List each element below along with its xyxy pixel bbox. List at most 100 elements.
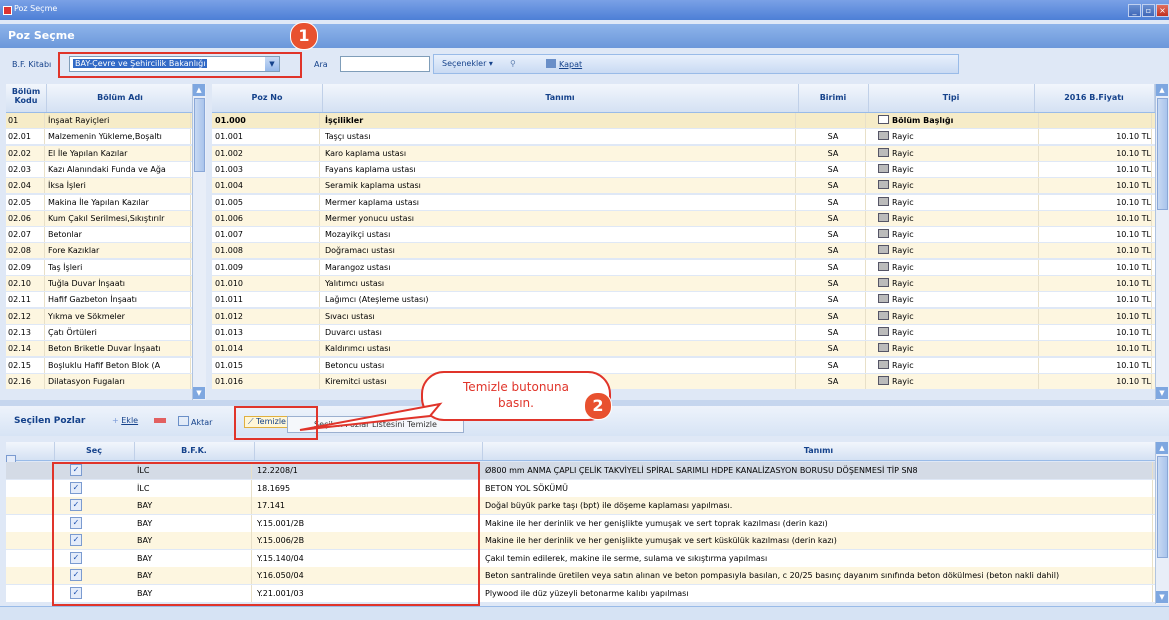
poz-no: 01.001 — [215, 129, 320, 145]
col-header-type[interactable]: Tipi — [868, 84, 1035, 112]
col-header-price[interactable]: 2016 B.Fiyatı — [1034, 84, 1155, 112]
scroll-up-icon[interactable]: ▲ — [193, 84, 205, 96]
col-header-unit[interactable]: Birimi — [798, 84, 869, 112]
unit: SA — [801, 210, 866, 226]
table-row[interactable]: 02.13 Çatı Örtüleri — [6, 324, 192, 340]
col-header-section-name[interactable]: Bölüm Adı — [46, 84, 195, 112]
grid-icon — [878, 163, 889, 173]
table-row[interactable]: 02.05 Makina İle Yapılan Kazılar — [6, 194, 192, 210]
table-row[interactable]: 01.009 Marangoz ustası SA Rayic 10.10 TL — [212, 259, 1155, 275]
table-row[interactable]: 01 İnşaat Rayiçleri — [6, 113, 192, 128]
table-row[interactable]: 01.007 Mozayikçi ustası SA Rayic 10.10 TL — [212, 227, 1155, 243]
table-row[interactable]: 02.12 Yıkma ve Sökmeler — [6, 308, 192, 324]
col-header-poz-no[interactable]: Poz No — [212, 84, 323, 112]
binoculars-icon[interactable]: ⚲ — [510, 59, 516, 68]
page-title: Poz Seçme — [8, 29, 75, 42]
section-name: İnşaat Rayiçleri — [48, 113, 191, 128]
type: Rayic — [878, 324, 1039, 340]
table-row[interactable]: 01.013 Duvarcı ustası SA Rayic 10.10 TL — [212, 324, 1155, 340]
description: Seramik kaplama ustası — [325, 178, 796, 194]
transfer-button[interactable]: Aktar — [178, 416, 212, 427]
grid-icon — [878, 359, 889, 369]
table-row[interactable]: 02.10 Tuğla Duvar İnşaatı — [6, 276, 192, 291]
section-name: El İle Yapılan Kazılar — [48, 145, 191, 161]
maximize-button[interactable]: ▫ — [1142, 4, 1155, 17]
left-scrollbar[interactable]: ▲ ▼ — [192, 84, 206, 400]
scroll-down-icon[interactable]: ▼ — [1156, 387, 1168, 399]
add-label: Ekle — [121, 416, 139, 425]
table-row[interactable]: 01.015 Betoncu ustası SA Rayic 10.10 TL — [212, 357, 1155, 373]
description: İşçilikler — [325, 113, 796, 128]
table-row[interactable]: 01.005 Mermer kaplama ustası SA Rayic 10.10 … — [212, 194, 1155, 210]
description: Ø800 mm ANMA ÇAPLI ÇELİK TAKVİYELİ SPİRA… — [485, 462, 1153, 479]
table-row[interactable]: 01.004 Seramik kaplama ustası SA Rayic 10.10… — [212, 178, 1155, 194]
scroll-thumb[interactable] — [194, 98, 205, 172]
unit: SA — [801, 292, 866, 308]
table-row[interactable]: 02.03 Kazı Alanındaki Funda ve Ağa — [6, 161, 192, 177]
close-window-button[interactable]: × — [1156, 4, 1169, 17]
table-row[interactable]: 01.006 Mermer yonucu ustası SA Rayic 10.10 T… — [212, 210, 1155, 226]
table-row[interactable]: 01.010 Yalıtımcı ustası SA Rayic 10.10 TL — [212, 276, 1155, 291]
table-row[interactable]: 02.14 Beton Briketle Duvar İnşaatı — [6, 341, 192, 357]
table-row[interactable]: 01.000 İşçilikler Bölüm Başlığı — [212, 113, 1155, 128]
table-row[interactable]: 01.014 Kaldırımcı ustası SA Rayic 10.10 TL — [212, 341, 1155, 357]
table-row[interactable]: 02.02 El İle Yapılan Kazılar — [6, 145, 192, 161]
section-name: Beton Briketle Duvar İnşaatı — [48, 341, 191, 357]
type: Rayic — [878, 308, 1039, 324]
options-button[interactable]: Seçenekler ▾ — [442, 59, 493, 68]
scroll-down-icon[interactable]: ▼ — [1156, 591, 1168, 603]
col-header-bfk[interactable]: B.F.K. — [134, 442, 255, 460]
search-input[interactable] — [340, 56, 430, 72]
table-row[interactable]: 02.15 Boşluklu Hafif Beton Blok (A — [6, 357, 192, 373]
unit: SA — [801, 243, 866, 259]
add-button[interactable]: + Ekle — [112, 416, 138, 425]
remove-icon[interactable] — [154, 418, 166, 423]
price — [1037, 113, 1152, 128]
col-header-selected-description[interactable]: Tanımı — [482, 442, 1156, 460]
table-row[interactable]: 01.008 Doğramacı ustası SA Rayic 10.10 TL — [212, 243, 1155, 259]
section-code: 02.10 — [8, 276, 45, 291]
table-row[interactable]: 01.016 Kiremitci ustası SA Rayic 10.10 TL — [212, 373, 1155, 389]
table-row[interactable]: 01.001 Taşçı ustası SA Rayic 10.10 TL — [212, 129, 1155, 145]
section-code: 02.11 — [8, 292, 45, 308]
close-button[interactable]: Kapat — [546, 59, 582, 69]
table-row[interactable]: 01.011 Lağımcı (Ateşleme ustası) SA Rayic 10… — [212, 292, 1155, 308]
page-header: Poz Seçme — [0, 24, 1169, 48]
table-row[interactable]: 02.06 Kum Çakıl Serilmesi,Sıkıştırılr — [6, 210, 192, 226]
scroll-down-icon[interactable]: ▼ — [193, 387, 205, 399]
table-row[interactable]: 02.04 İksa İşleri — [6, 178, 192, 194]
selected-scrollbar[interactable]: ▲ ▼ — [1155, 442, 1169, 604]
unit: SA — [801, 308, 866, 324]
col-header-section-code[interactable]: Bölüm Kodu — [6, 84, 47, 112]
section-icon — [878, 115, 889, 124]
table-row[interactable]: 02.07 Betonlar — [6, 227, 192, 243]
table-row[interactable]: 02.16 Dilatasyon Fugaları — [6, 373, 192, 389]
type: Rayic — [878, 178, 1039, 194]
table-row[interactable]: 01.002 Karo kaplama ustası SA Rayic 10.10 TL — [212, 145, 1155, 161]
col-header-poz[interactable] — [254, 442, 483, 460]
col-header-description[interactable]: Tanımı — [322, 84, 799, 112]
select-all-checkbox[interactable] — [6, 442, 55, 465]
table-row[interactable]: 02.08 Fore Kazıklar — [6, 243, 192, 259]
scroll-thumb[interactable] — [1157, 98, 1168, 210]
table-row[interactable]: 02.01 Malzemenin Yükleme,Boşaltı — [6, 129, 192, 145]
grid-icon — [878, 375, 889, 385]
type-label: Rayic — [892, 295, 914, 305]
grid-icon — [878, 131, 889, 141]
description: Lağımcı (Ateşleme ustası) — [325, 292, 796, 308]
price: 10.10 TL — [1037, 324, 1152, 340]
right-scrollbar[interactable]: ▲ ▼ — [1155, 84, 1169, 400]
section-name: Çatı Örtüleri — [48, 324, 191, 340]
poz-no: 01.004 — [215, 178, 320, 194]
scroll-up-icon[interactable]: ▲ — [1156, 84, 1168, 96]
description: Çakıl temin edilerek, makine ile serme, … — [485, 549, 1153, 567]
scroll-thumb[interactable] — [1157, 456, 1168, 558]
options-toolbar: Seçenekler ▾ ⚲ Kapat — [433, 54, 959, 74]
table-row[interactable]: 02.11 Hafif Gazbeton İnşaatı — [6, 292, 192, 308]
scroll-up-icon[interactable]: ▲ — [1156, 442, 1168, 454]
table-row[interactable]: 01.003 Fayans kaplama ustası SA Rayic 10.10 … — [212, 161, 1155, 177]
table-row[interactable]: 01.012 Sıvacı ustası SA Rayic 10.10 TL — [212, 308, 1155, 324]
minimize-button[interactable]: _ — [1128, 4, 1141, 17]
table-row[interactable]: 02.09 Taş İşleri — [6, 259, 192, 275]
col-header-select[interactable]: Seç — [54, 442, 135, 460]
